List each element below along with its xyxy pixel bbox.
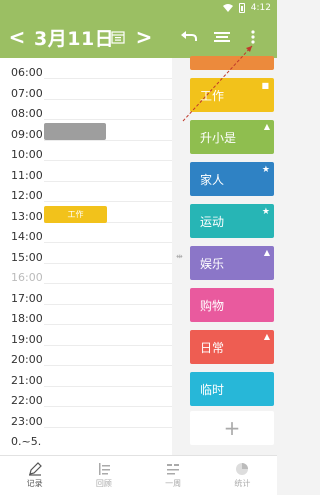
list-icon xyxy=(98,463,110,475)
bottom-nav: 记录 回顾 一周 统计 xyxy=(0,455,277,495)
grid-line xyxy=(44,365,172,366)
time-column: 06:00 07:00 08:00 09:00 10:00 11:00 12:0… xyxy=(0,58,44,455)
grid-line xyxy=(44,386,172,387)
time-label: 09:00 xyxy=(11,128,43,141)
grid-line xyxy=(44,406,172,407)
category-card[interactable]: 日常 ▲ xyxy=(190,330,274,364)
event-block[interactable] xyxy=(44,123,106,140)
time-label: 17:00 xyxy=(11,292,43,305)
time-label: 11:00 xyxy=(11,169,43,182)
note-icon: ■ xyxy=(261,81,269,90)
pen-icon xyxy=(28,462,42,476)
wifi-icon xyxy=(222,4,233,12)
category-card[interactable]: 工作 ■ xyxy=(190,78,274,112)
category-panel: 工作 ■ 升小是 ▲ 家人 ★ 运动 ★ 娱乐 ▲ 购物 日常 ▲ 临时 + xyxy=(186,56,277,455)
chevron-up-icon: ▲ xyxy=(263,248,270,257)
category-label: 娱乐 xyxy=(200,256,225,271)
time-label: 07:00 xyxy=(11,87,43,100)
date-label[interactable]: 3月11日 xyxy=(34,16,114,58)
prev-day-button[interactable]: < xyxy=(6,16,28,58)
category-card[interactable]: 购物 xyxy=(190,288,274,322)
chevron-up-icon: ▲ xyxy=(263,122,270,131)
add-category-button[interactable]: + xyxy=(190,411,274,445)
star-icon: ★ xyxy=(261,165,270,175)
toolbar: < 3月11日 > xyxy=(0,16,277,58)
grid-line xyxy=(44,160,172,161)
grid-line xyxy=(44,181,172,182)
category-label: 购物 xyxy=(200,298,225,313)
category-card[interactable]: 运动 ★ xyxy=(190,204,274,238)
grid-line xyxy=(44,242,172,243)
undo-icon[interactable] xyxy=(177,16,201,58)
nav-record[interactable]: 记录 xyxy=(0,456,69,495)
nav-label: 回顾 xyxy=(95,479,112,488)
category-label: 日常 xyxy=(200,340,225,355)
status-icons: 4:12 xyxy=(222,1,271,15)
week-icon xyxy=(167,464,180,475)
category-card[interactable] xyxy=(190,56,274,70)
category-label: 工作 xyxy=(200,88,225,103)
pie-chart-icon xyxy=(236,463,249,475)
grid-line xyxy=(44,324,172,325)
grid-line xyxy=(44,78,172,79)
timeline-grid[interactable] xyxy=(44,58,172,455)
time-label: 16:00 xyxy=(11,271,43,284)
drag-handle-icon[interactable]: ⇹ xyxy=(176,252,183,261)
category-label: 家人 xyxy=(200,172,225,187)
category-label: 临时 xyxy=(200,382,225,397)
time-label: 19:00 xyxy=(11,333,43,346)
time-label: 21:00 xyxy=(11,374,43,387)
grid-line xyxy=(44,119,172,120)
time-label: 14:00 xyxy=(11,230,43,243)
time-label: 15:00 xyxy=(11,251,43,264)
category-card[interactable]: 临时 xyxy=(190,372,274,406)
nav-label: 统计 xyxy=(234,479,251,488)
next-day-button[interactable]: > xyxy=(135,16,153,58)
time-label: 20:00 xyxy=(11,353,43,366)
time-label: 22:00 xyxy=(11,394,43,407)
time-label: 13:00 xyxy=(11,210,43,223)
time-label: 08:00 xyxy=(11,107,43,120)
category-card[interactable]: 娱乐 ▲ xyxy=(190,246,274,280)
grid-line xyxy=(44,427,172,428)
grid-line xyxy=(44,304,172,305)
star-icon: ★ xyxy=(261,207,270,217)
calendar-today-icon[interactable] xyxy=(110,16,126,58)
time-label: 0.~5. xyxy=(11,435,42,448)
grid-line xyxy=(44,263,172,264)
category-label: 运动 xyxy=(200,214,225,229)
status-bar: 4:12 xyxy=(0,0,277,16)
nav-label: 一周 xyxy=(165,479,182,488)
grid-line xyxy=(44,140,172,141)
nav-label: 记录 xyxy=(26,479,43,488)
category-card[interactable]: 家人 ★ xyxy=(190,162,274,196)
category-label: 升小是 xyxy=(200,130,237,145)
time-label: 23:00 xyxy=(11,415,43,428)
nav-stats[interactable]: 统计 xyxy=(208,456,277,495)
grid-line xyxy=(44,99,172,100)
event-block[interactable]: 工作 xyxy=(44,206,107,223)
status-time: 4:12 xyxy=(250,3,271,13)
filter-icon[interactable] xyxy=(210,16,234,58)
battery-icon xyxy=(238,3,245,13)
nav-review[interactable]: 回顾 xyxy=(69,456,138,495)
time-label: 18:00 xyxy=(11,312,43,325)
time-label: 06:00 xyxy=(11,66,43,79)
grid-line xyxy=(44,345,172,346)
time-label: 10:00 xyxy=(11,148,43,161)
nav-week[interactable]: 一周 xyxy=(139,456,208,495)
grid-line xyxy=(44,201,172,202)
chevron-up-icon: ▲ xyxy=(263,332,270,341)
time-label: 12:00 xyxy=(11,189,43,202)
category-card[interactable]: 升小是 ▲ xyxy=(190,120,274,154)
grid-line xyxy=(44,283,172,284)
more-vert-icon[interactable] xyxy=(244,16,262,58)
